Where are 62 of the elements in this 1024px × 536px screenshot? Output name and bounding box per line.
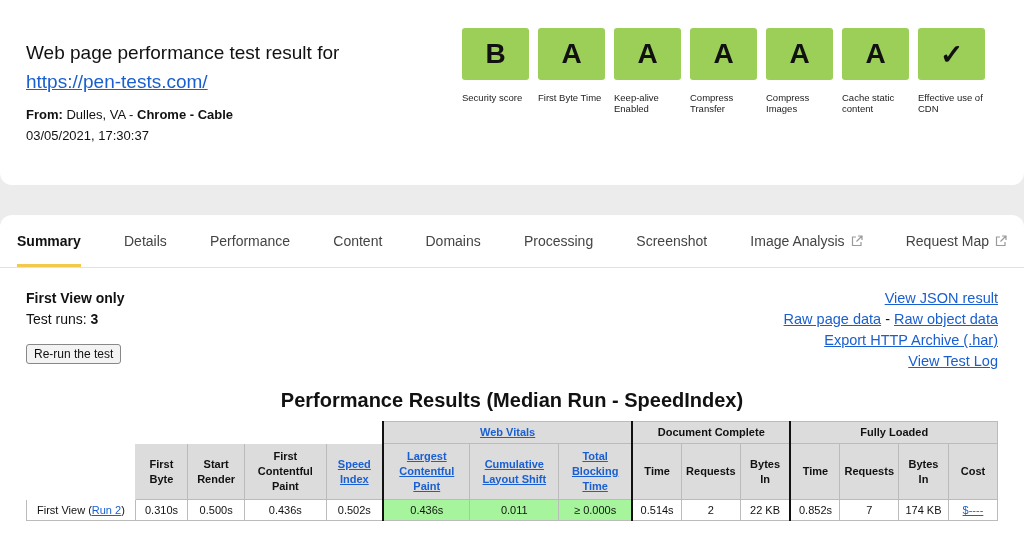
grade-label: Security score: [462, 92, 524, 103]
column-header: Start Render: [187, 443, 245, 500]
tab[interactable]: Performance: [209, 215, 291, 267]
tab[interactable]: Processing: [523, 215, 594, 267]
table-cell: 0.852s: [790, 499, 840, 521]
grade-label: Compress Transfer: [690, 92, 735, 114]
external-link-icon: [995, 235, 1007, 247]
result-link[interactable]: View JSON result: [884, 288, 998, 309]
result-link[interactable]: View Test Log: [908, 351, 998, 372]
column-header: Time: [632, 443, 682, 500]
row-label: ): [121, 504, 125, 516]
grade-label: Compress Images: [766, 92, 811, 114]
column-header: Requests: [840, 443, 899, 500]
column-header: First Byte: [135, 443, 188, 500]
tab[interactable]: Summary: [17, 215, 81, 267]
column-link[interactable]: Largest Contentful Paint: [388, 449, 466, 494]
external-link-icon: [850, 235, 863, 247]
grade-badge: A: [538, 28, 605, 80]
column-header: Bytes In: [898, 443, 949, 500]
table-cell: 0.436s: [383, 499, 470, 521]
tab[interactable]: Content: [333, 215, 383, 267]
grade-badge: A: [614, 28, 681, 80]
rerun-button[interactable]: Re-run the test: [26, 344, 122, 364]
test-date: 03/05/2021, 17:30:37: [26, 127, 150, 145]
grade-label: Keep-alive Enabled: [614, 92, 660, 114]
tab[interactable]: Image Analysis: [750, 215, 863, 267]
column-header: Cost: [948, 443, 998, 500]
page-title: Web page performance test result for: [26, 41, 341, 65]
view-label: First View only: [26, 289, 125, 308]
grade-badge: A: [690, 28, 757, 80]
column-header: Requests: [681, 443, 741, 500]
tab[interactable]: Request Map: [905, 215, 1007, 267]
tab[interactable]: Screenshot: [636, 215, 708, 267]
grade-label: First Byte Time: [538, 92, 603, 103]
column-link[interactable]: Speed Index: [330, 456, 379, 487]
url-link[interactable]: https://pen-tests.com/: [26, 71, 208, 92]
column-link[interactable]: Cumulative Layout Shift: [474, 456, 555, 487]
grade-label: Cache static content: [842, 92, 896, 114]
test-runs: Test runs: 3: [26, 310, 100, 329]
table-cell: 0.514s: [632, 499, 682, 521]
column-header: Bytes In: [740, 443, 791, 500]
column-header: First Contentful Paint: [244, 443, 327, 500]
link-separator: -: [884, 310, 891, 329]
column-link[interactable]: Total Blocking Time: [563, 449, 628, 494]
tab[interactable]: Domains: [425, 215, 481, 267]
grade-label: Effective use of CDN: [918, 92, 984, 114]
result-link[interactable]: Raw page data: [783, 309, 882, 330]
grade-badge: A: [766, 28, 833, 80]
result-link[interactable]: Raw object data: [894, 309, 998, 330]
tab[interactable]: Details: [124, 215, 167, 267]
test-location: From: Dulles, VA - Chrome - Cable: [26, 106, 235, 124]
group-header: Document Complete: [632, 421, 791, 444]
grade-badge: B: [462, 28, 529, 80]
grade-badge: ✓: [918, 28, 985, 80]
cost-link[interactable]: $----: [962, 504, 984, 516]
result-link[interactable]: Export HTTP Archive (.har): [824, 330, 998, 351]
results-title: Performance Results (Median Run - SpeedIndex): [279, 389, 745, 412]
row-label: First View (: [37, 504, 92, 516]
group-link[interactable]: Web Vitals: [480, 425, 536, 440]
column-header: Time: [790, 443, 840, 500]
group-header: Fully Loaded: [790, 421, 998, 444]
grade-badge: A: [842, 28, 909, 80]
